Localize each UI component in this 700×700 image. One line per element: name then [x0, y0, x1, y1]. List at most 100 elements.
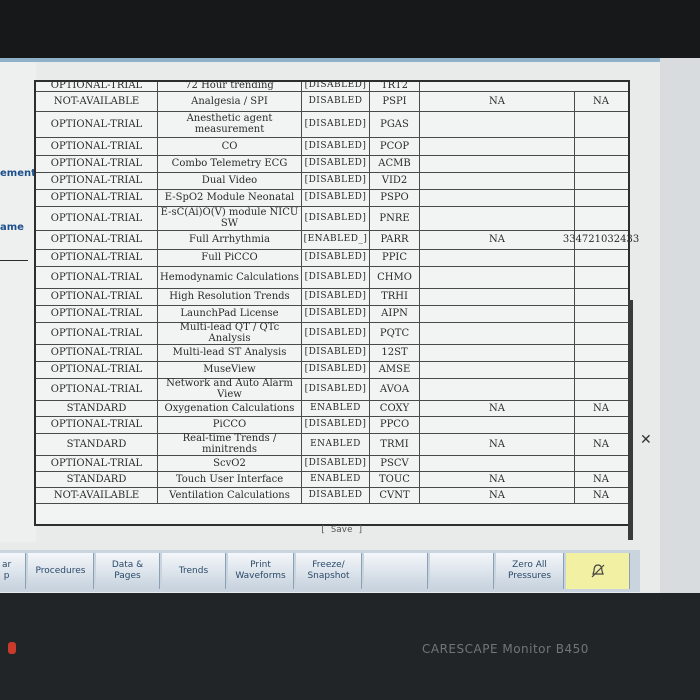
extra2-cell: [574, 416, 628, 433]
code-cell: PNRE: [370, 206, 420, 230]
table-row: STANDARD Touch User Interface ENABLED TOUC N…: [36, 471, 628, 488]
toolbar-partial-button[interactable]: ar p: [0, 553, 26, 589]
code-cell: PPCO: [370, 416, 420, 433]
extra1-cell: [420, 344, 574, 361]
toolbar-button-label: Freeze/ Snapshot: [307, 560, 350, 581]
toolbar-partial-label: ar p: [2, 560, 12, 581]
code-cell: PGAS: [370, 111, 420, 137]
extra2-cell: [574, 266, 628, 288]
toolbar-button-5[interactable]: [364, 553, 428, 589]
feature-cell: Anesthetic agent measurement: [158, 111, 302, 137]
feature-cell: High Resolution Trends: [158, 288, 302, 305]
table-row: OPTIONAL-TRIAL Full PiCCO [DISABLED] PPIC: [36, 249, 628, 267]
table-row: OPTIONAL-TRIAL LaunchPad License [DISABLED…: [36, 305, 628, 323]
feature-cell: Multi-lead QT / QTc Analysis: [158, 322, 302, 344]
alarm-button[interactable]: [566, 553, 630, 589]
device-brand: CARESCAPE Monitor B450: [422, 642, 589, 656]
status-cell: OPTIONAL-TRIAL: [36, 155, 158, 172]
table-row: OPTIONAL-TRIAL Full Arrhythmia [ENABLED_] P…: [36, 230, 639, 250]
table-row: OPTIONAL-TRIAL PiCCO [DISABLED] PPCO: [36, 416, 628, 434]
status-cell: OPTIONAL-TRIAL: [36, 378, 158, 400]
extra2-cell: NA: [593, 473, 609, 485]
status-cell: STANDARD: [36, 471, 158, 487]
status-cell: OPTIONAL-TRIAL: [36, 206, 158, 230]
status-cell: OPTIONAL-TRIAL: [36, 266, 158, 288]
table-row: OPTIONAL-TRIAL E-sC(Ai)O(V) module NICU S…: [36, 206, 628, 231]
code-cell: TOUC: [370, 471, 420, 487]
status-cell: OPTIONAL-TRIAL: [36, 305, 158, 322]
feature-cell: Oxygenation Calculations: [158, 400, 302, 416]
toolbar-button-6[interactable]: [430, 553, 494, 589]
state-cell: [DISABLED]: [302, 361, 370, 378]
alarm-bell-icon: [591, 564, 604, 578]
table-row: OPTIONAL-TRIAL Multi-lead QT / QTc Analys…: [36, 322, 628, 345]
extra2-cell: [574, 111, 628, 137]
scrollbar[interactable]: [628, 300, 633, 540]
status-cell: OPTIONAL-TRIAL: [36, 344, 158, 361]
extra2-cell: [574, 305, 628, 322]
state-cell: [DISABLED]: [302, 155, 370, 172]
feature-cell: Ventilation Calculations: [158, 487, 302, 503]
state-cell: ENABLED: [302, 471, 370, 487]
extra2-cell: [574, 137, 628, 155]
extra2-cell: [574, 206, 628, 230]
code-cell: CVNT: [370, 487, 420, 503]
state-cell: [DISABLED]: [302, 206, 370, 230]
feature-cell: Network and Auto Alarm View: [158, 378, 302, 400]
license-table: OPTIONAL-TRIAL 72 Hour trending [DISABLE…: [34, 80, 639, 526]
feature-cell: Full Arrhythmia: [158, 230, 302, 249]
feature-cell: Full PiCCO: [158, 249, 302, 266]
close-icon[interactable]: ✕: [640, 432, 652, 448]
device-top-bezel: [0, 0, 700, 58]
feature-cell: CO: [158, 137, 302, 155]
status-cell: OPTIONAL-TRIAL: [36, 172, 158, 189]
toolbar-button-7[interactable]: Zero All Pressures: [496, 553, 564, 589]
toolbar-button-3[interactable]: Print Waveforms: [228, 553, 294, 589]
code-cell: PPIC: [370, 249, 420, 266]
feature-cell: Multi-lead ST Analysis: [158, 344, 302, 361]
table-row: OPTIONAL-TRIAL Dual Video [DISABLED] VID2: [36, 172, 628, 190]
toolbar-button-2[interactable]: Trends: [162, 553, 226, 589]
extra2-cell: [574, 189, 628, 206]
toolbar-button-0[interactable]: Procedures: [28, 553, 94, 589]
extra2-cell: [574, 378, 628, 400]
status-cell: OPTIONAL-TRIAL: [36, 249, 158, 266]
save-button[interactable]: [ Save ]: [320, 525, 363, 535]
extra2-cell: [574, 344, 628, 361]
table-row: NOT-AVAILABLE Ventilation Calculations DIS…: [36, 487, 628, 504]
code-cell: AMSE: [370, 361, 420, 378]
state-cell: [DISABLED]: [302, 137, 370, 155]
toolbar-button-1[interactable]: Data & Pages: [96, 553, 160, 589]
table-row: STANDARD Oxygenation Calculations ENABLED C…: [36, 400, 628, 417]
feature-cell: Dual Video: [158, 172, 302, 189]
state-cell: [ENABLED_]: [302, 230, 370, 249]
extra1-cell: [420, 155, 574, 172]
state-cell: [DISABLED]: [302, 288, 370, 305]
table-row: OPTIONAL-TRIAL High Resolution Trends [DIS…: [36, 288, 628, 306]
extra1-cell: [420, 137, 574, 155]
status-cell: STANDARD: [36, 400, 158, 416]
state-cell: [DISABLED]: [302, 189, 370, 206]
feature-cell: Combo Telemetry ECG: [158, 155, 302, 172]
toolbar-button-4[interactable]: Freeze/ Snapshot: [296, 553, 362, 589]
code-cell: PSPI: [370, 91, 420, 111]
extra1-cell: [420, 266, 574, 288]
extra1-cell: NA: [489, 402, 505, 414]
code-cell: AVOA: [370, 378, 420, 400]
sidebar-label-name: ame: [0, 222, 24, 233]
extra2-cell: [574, 288, 628, 305]
toolbar-button-label: Data & Pages: [111, 560, 144, 581]
extra1-cell: [420, 361, 574, 378]
state-cell: ENABLED: [302, 433, 370, 455]
extra1-cell: [420, 249, 574, 266]
sidebar-label-management: ement: [0, 168, 36, 179]
table-row: OPTIONAL-TRIAL Combo Telemetry ECG [DISABL…: [36, 155, 628, 173]
status-cell: NOT-AVAILABLE: [36, 91, 158, 111]
feature-cell: LaunchPad License: [158, 305, 302, 322]
state-cell: DISABLED: [302, 91, 370, 111]
column-divider: [574, 91, 575, 503]
extra1-cell: [420, 378, 574, 400]
status-cell: OPTIONAL-TRIAL: [36, 322, 158, 344]
code-cell: TRMI: [370, 433, 420, 455]
table-row: OPTIONAL-TRIAL Multi-lead ST Analysis [DIS…: [36, 344, 628, 362]
